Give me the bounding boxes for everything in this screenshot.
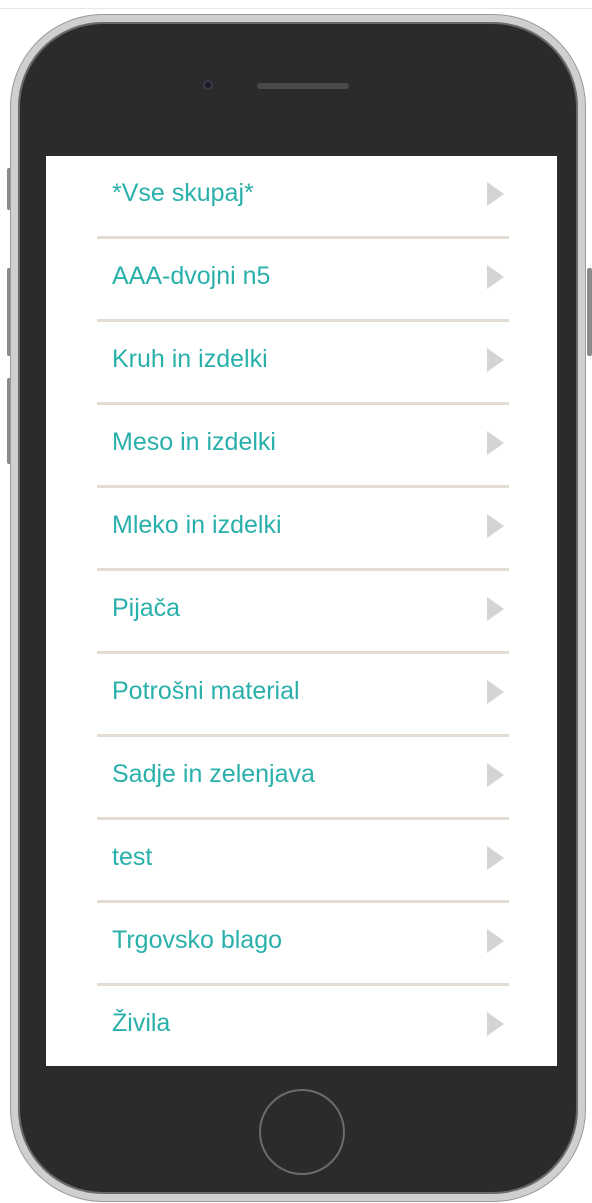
list-item-label: test	[112, 843, 153, 871]
list-item-label: Mleko in izdelki	[112, 511, 282, 539]
page-top-divider	[0, 8, 592, 9]
list-item-label: Kruh in izdelki	[112, 345, 268, 373]
list-item-label: Meso in izdelki	[112, 428, 276, 456]
category-list: *Vse skupaj* AAA-dvojni n5 Kruh in izdel…	[97, 156, 509, 1066]
list-item[interactable]: Meso in izdelki	[97, 405, 509, 488]
chevron-right-icon	[487, 182, 504, 206]
list-item[interactable]: AAA-dvojni n5	[97, 239, 509, 322]
power-button	[587, 268, 592, 356]
list-item-label: Pijača	[112, 594, 181, 622]
chevron-right-icon	[487, 348, 504, 372]
chevron-right-icon	[487, 929, 504, 953]
list-item[interactable]: Kruh in izdelki	[97, 322, 509, 405]
chevron-right-icon	[487, 431, 504, 455]
list-item[interactable]: Živila	[97, 986, 509, 1066]
chevron-right-icon	[487, 514, 504, 538]
list-item[interactable]: Sadje in zelenjava	[97, 737, 509, 820]
chevron-right-icon	[487, 265, 504, 289]
list-item-label: Potrošni material	[112, 677, 300, 705]
chevron-right-icon	[487, 846, 504, 870]
list-item-label: AAA-dvojni n5	[112, 262, 271, 290]
list-item[interactable]: Potrošni material	[97, 654, 509, 737]
list-item[interactable]: Pijača	[97, 571, 509, 654]
phone-screen: *Vse skupaj* AAA-dvojni n5 Kruh in izdel…	[46, 156, 557, 1066]
chevron-right-icon	[487, 597, 504, 621]
chevron-right-icon	[487, 1012, 504, 1036]
chevron-right-icon	[487, 763, 504, 787]
list-item[interactable]: test	[97, 820, 509, 903]
list-item-label: Sadje in zelenjava	[112, 760, 315, 788]
earpiece-speaker	[257, 83, 349, 89]
home-button[interactable]	[259, 1089, 345, 1175]
list-item-label: Živila	[112, 1009, 171, 1037]
list-item-label: *Vse skupaj*	[112, 179, 254, 207]
front-camera	[203, 80, 213, 90]
list-item[interactable]: Mleko in izdelki	[97, 488, 509, 571]
list-item[interactable]: Trgovsko blago	[97, 903, 509, 986]
chevron-right-icon	[487, 680, 504, 704]
list-item[interactable]: *Vse skupaj*	[97, 156, 509, 239]
list-item-label: Trgovsko blago	[112, 926, 282, 954]
